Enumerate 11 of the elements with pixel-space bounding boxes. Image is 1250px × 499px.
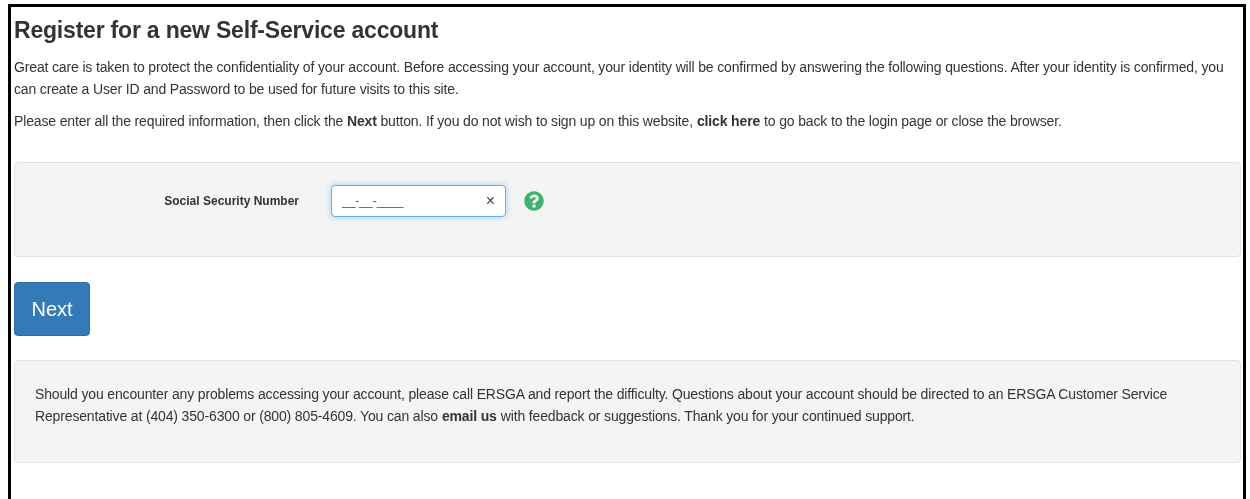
intro-paragraph: Great care is taken to protect the confidentiality of your account. Before accessing your account, your identity will be confirmed by answering the following questions. After your identity is confirmed, you can create a User ID and Password to be used for future visits to this site. bbox=[14, 58, 1225, 99]
next-button[interactable]: Next bbox=[14, 282, 90, 336]
support-paragraph: Should you encounter any problems accessing your account, please call ERSGA and report the difficulty. Questions about your account should be directed to an ERSGA Customer Service Representative at (404) 350-6300 or (800) 805-4609. You can also email us with feedback or suggestions. Thank you for your continued support. bbox=[35, 385, 1169, 426]
help-icon[interactable] bbox=[524, 191, 544, 211]
email-link[interactable]: email us bbox=[441, 408, 497, 424]
page-title: Register for a new Self-Service account bbox=[14, 17, 440, 44]
clear-button[interactable]: × bbox=[485, 192, 495, 210]
instructions-paragraph: Please enter all the required information, then click the Next button. If you do not wish to sign up on this website, click here to go back to the login page or close the browser. bbox=[14, 112, 1063, 131]
field-label: Social Security Number bbox=[163, 194, 299, 208]
login-link[interactable]: click here bbox=[696, 113, 761, 129]
ssn-field[interactable]: __-__-____ × bbox=[331, 185, 506, 217]
